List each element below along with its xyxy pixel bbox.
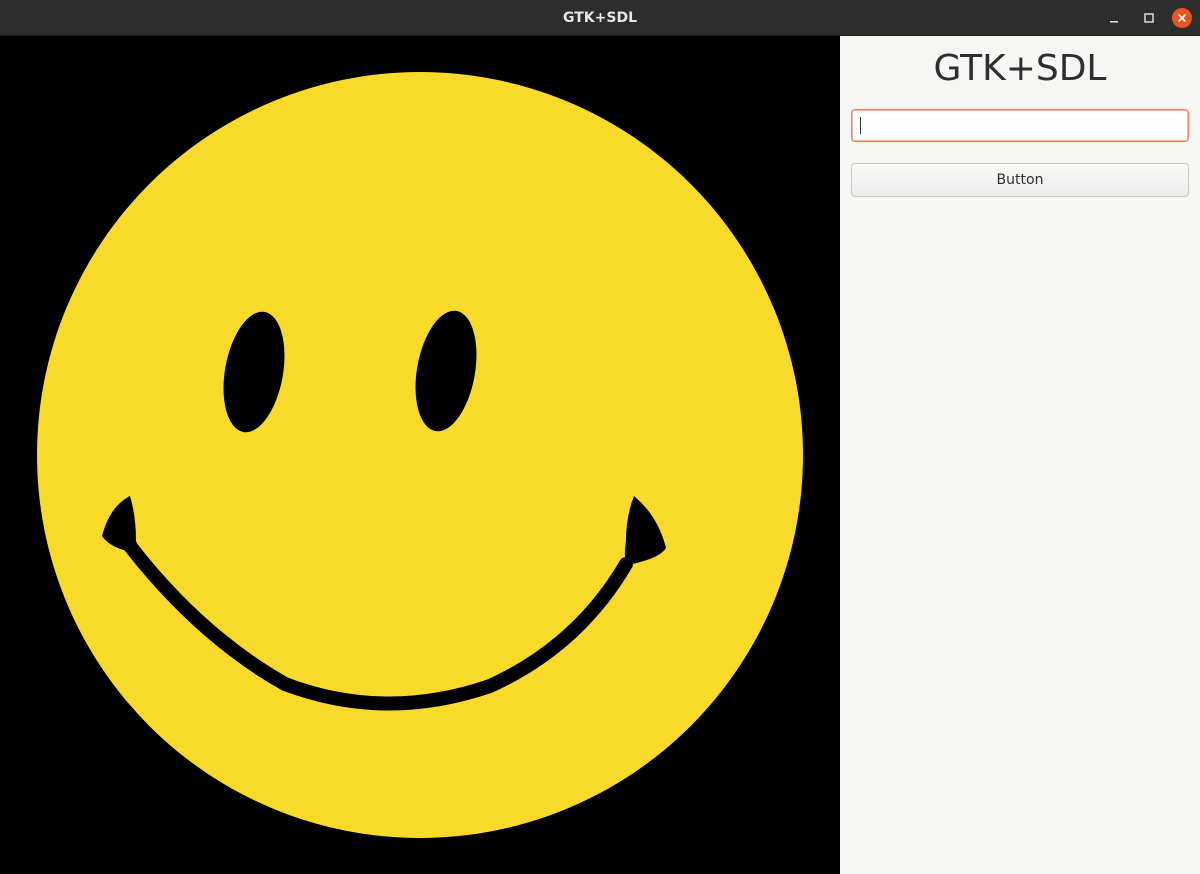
close-button-circle bbox=[1172, 8, 1192, 28]
smiley-face-image bbox=[0, 36, 840, 874]
smiley-face bbox=[37, 72, 803, 838]
text-cursor bbox=[860, 117, 861, 134]
side-panel: GTK+SDL Button bbox=[840, 36, 1200, 874]
sdl-render-canvas[interactable] bbox=[0, 36, 840, 874]
text-entry[interactable] bbox=[851, 109, 1189, 142]
minimize-button[interactable] bbox=[1104, 8, 1124, 28]
application-window: GTK+SDL GTK+SDL Button bbox=[0, 0, 1200, 874]
panel-heading: GTK+SDL bbox=[933, 48, 1107, 89]
maximize-button[interactable] bbox=[1139, 8, 1159, 28]
close-button[interactable] bbox=[1172, 8, 1192, 28]
title-bar[interactable]: GTK+SDL bbox=[0, 0, 1200, 36]
minimize-icon bbox=[1110, 21, 1118, 23]
close-icon bbox=[1177, 13, 1187, 23]
window-title: GTK+SDL bbox=[563, 10, 637, 26]
maximize-icon bbox=[1144, 13, 1154, 23]
main-button[interactable]: Button bbox=[851, 163, 1189, 197]
